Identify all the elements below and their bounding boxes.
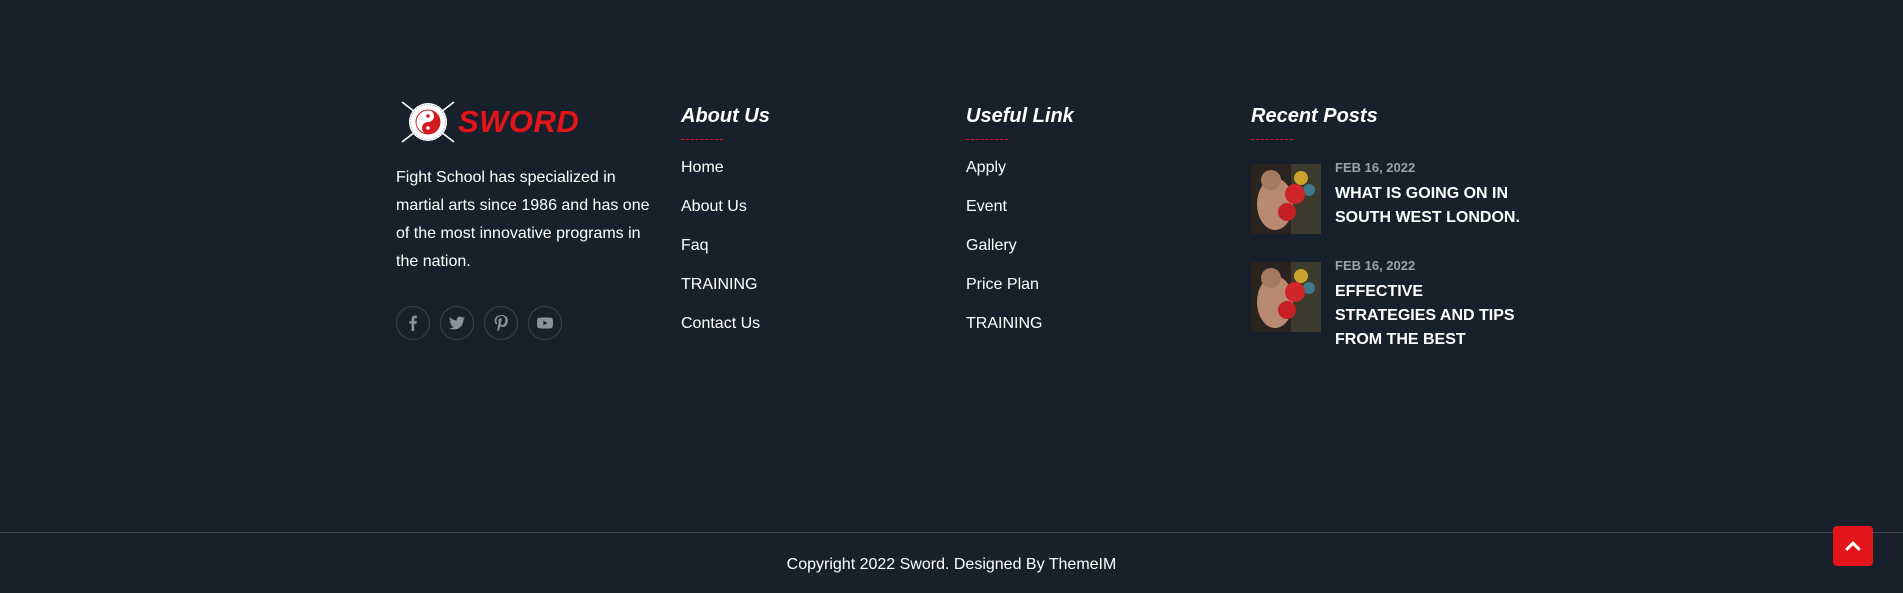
footer-recent-posts: Recent Posts FEB 16, 2022 WHAT IS GOING … xyxy=(1251,96,1541,374)
heading-underline xyxy=(1251,139,1293,140)
post-date: FEB 16, 2022 xyxy=(1335,258,1416,273)
link-about-us[interactable]: About Us xyxy=(681,197,941,236)
post-date: FEB 16, 2022 xyxy=(1335,160,1416,175)
facebook-icon xyxy=(409,315,417,331)
about-us-links: Home About Us Faq TRAINING Contact Us xyxy=(681,158,941,353)
post-thumbnail[interactable] xyxy=(1251,262,1321,332)
chevron-up-icon xyxy=(1845,540,1861,551)
pinterest-link[interactable] xyxy=(484,306,518,340)
brand-name: SWORD xyxy=(458,104,580,139)
recent-posts-heading: Recent Posts xyxy=(1251,105,1378,127)
youtube-link[interactable] xyxy=(528,306,562,340)
brand-logo[interactable]: SWORD xyxy=(396,98,666,146)
about-us-heading: About Us xyxy=(681,105,770,127)
recent-post[interactable]: FEB 16, 2022 WHAT IS GOING ON IN SOUTH W… xyxy=(1251,158,1541,234)
link-home[interactable]: Home xyxy=(681,158,941,197)
link-price-plan[interactable]: Price Plan xyxy=(966,275,1226,314)
footer-divider xyxy=(0,532,1903,533)
boxer-thumbnail-image xyxy=(1251,164,1321,234)
footer-about-us: About Us Home About Us Faq TRAINING Cont… xyxy=(681,96,941,353)
link-apply[interactable]: Apply xyxy=(966,158,1226,197)
yin-yang-emblem-icon xyxy=(401,101,455,143)
heading-underline xyxy=(681,139,723,140)
post-title[interactable]: WHAT IS GOING ON IN SOUTH WEST LONDON. xyxy=(1335,182,1525,230)
about-description: Fight School has specialized in martial … xyxy=(396,169,650,270)
post-body: FEB 16, 2022 EFFECTIVE STRATEGIES AND TI… xyxy=(1335,256,1525,352)
heading-underline xyxy=(966,139,1008,140)
twitter-icon xyxy=(449,316,465,330)
recent-post[interactable]: FEB 16, 2022 EFFECTIVE STRATEGIES AND TI… xyxy=(1251,256,1541,352)
youtube-icon xyxy=(537,317,553,329)
scroll-to-top-button[interactable] xyxy=(1833,526,1873,566)
copyright-text: Copyright 2022 Sword. Designed By ThemeI… xyxy=(786,556,1117,573)
footer-widgets: SWORD Fight School has specialized in ma… xyxy=(396,96,1536,416)
useful-links: Apply Event Gallery Price Plan TRAINING xyxy=(966,158,1226,353)
link-faq[interactable]: Faq xyxy=(681,236,941,275)
site-footer: SWORD Fight School has specialized in ma… xyxy=(0,0,1903,593)
footer-useful-link: Useful Link Apply Event Gallery Price Pl… xyxy=(966,96,1226,353)
boxer-thumbnail-image xyxy=(1251,262,1321,332)
link-training[interactable]: TRAINING xyxy=(966,314,1226,353)
pinterest-icon xyxy=(494,315,508,331)
link-training[interactable]: TRAINING xyxy=(681,275,941,314)
post-body: FEB 16, 2022 WHAT IS GOING ON IN SOUTH W… xyxy=(1335,158,1525,230)
twitter-link[interactable] xyxy=(440,306,474,340)
social-links xyxy=(396,306,666,340)
link-event[interactable]: Event xyxy=(966,197,1226,236)
link-contact-us[interactable]: Contact Us xyxy=(681,314,941,353)
post-thumbnail[interactable] xyxy=(1251,164,1321,234)
facebook-link[interactable] xyxy=(396,306,430,340)
link-gallery[interactable]: Gallery xyxy=(966,236,1226,275)
useful-link-heading: Useful Link xyxy=(966,105,1074,127)
footer-about: SWORD Fight School has specialized in ma… xyxy=(396,96,666,340)
post-title[interactable]: EFFECTIVE STRATEGIES AND TIPS FROM THE B… xyxy=(1335,280,1525,352)
